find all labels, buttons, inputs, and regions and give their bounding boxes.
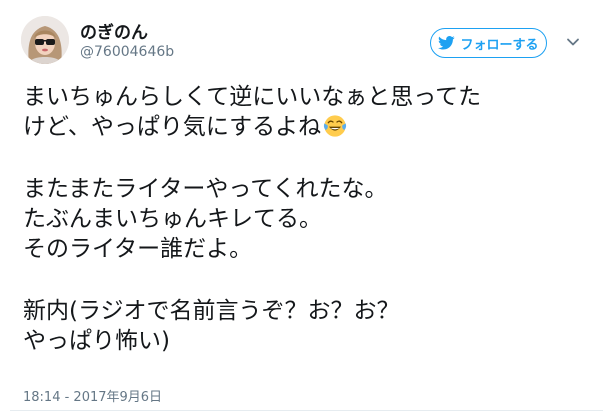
tweet-line: たぶんまいちゅんキレてる。: [23, 206, 322, 232]
tweet-timestamp[interactable]: 18:14 - 2017年9月6日: [23, 386, 162, 405]
follow-bird-icon: [438, 36, 456, 50]
tweet-line: そのライター誰だよ。: [23, 236, 253, 262]
tweet-line: 新内(ラジオで名前言うぞ？お？お？: [23, 298, 400, 324]
tweet-text: まいちゅんらしくて逆にいいなぁと思ってた けど、やっぱり気にするよね またまたラ…: [23, 82, 593, 356]
follow-button-label: フォローする: [460, 37, 539, 53]
tweet-line: まいちゅんらしくて逆にいいなぁと思ってた: [23, 84, 482, 110]
tweet-line-with-emoji: けど、やっぱり気にするよね: [23, 112, 593, 142]
user-handle[interactable]: @76004646b: [80, 44, 174, 60]
follow-button[interactable]: フォローする: [430, 28, 547, 58]
avatar-image: [21, 16, 69, 64]
tweet-line: またまたライターやってくれたな。: [23, 176, 388, 202]
tweet-line: けど、やっぱり気にするよね: [23, 114, 322, 140]
tweet-line: やっぱり怖い): [23, 328, 170, 354]
tweet-menu-button[interactable]: [566, 34, 580, 48]
display-name[interactable]: のぎのん: [80, 18, 148, 43]
divider: [10, 410, 603, 411]
chevron-down-icon: [567, 38, 579, 46]
avatar[interactable]: [21, 16, 69, 64]
face-with-tears-of-joy-icon: [323, 115, 347, 137]
